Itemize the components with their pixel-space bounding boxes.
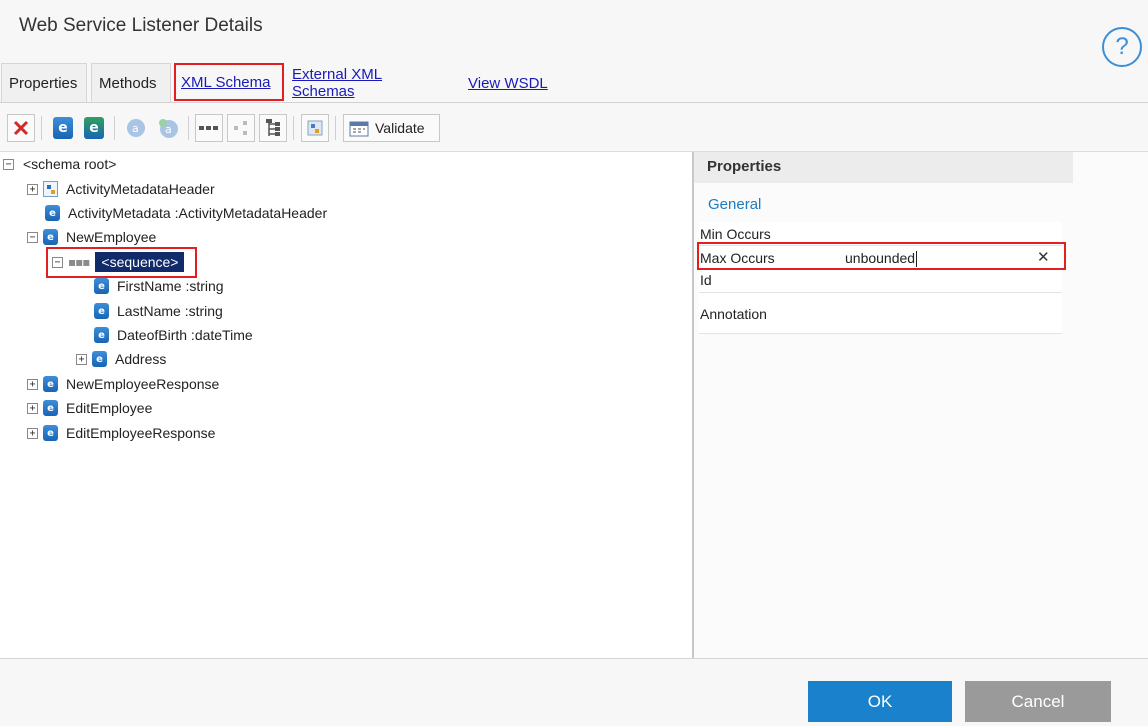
- all-button[interactable]: [259, 114, 287, 142]
- add-attribute-button[interactable]: a: [122, 114, 150, 142]
- element-icon: e: [94, 327, 109, 343]
- tree-node-schema-root[interactable]: − <schema root>: [3, 153, 116, 175]
- tree-node[interactable]: e DateofBirth :dateTime: [94, 324, 253, 346]
- toolbar-separator: [293, 116, 294, 140]
- delete-button[interactable]: [7, 114, 35, 142]
- expand-icon[interactable]: +: [76, 353, 87, 365]
- footer-divider: [0, 658, 1148, 659]
- tab-view-wsdl[interactable]: View WSDL: [461, 63, 556, 103]
- dialog-title: Web Service Listener Details: [19, 15, 263, 36]
- properties-panel: Properties General Min Occurs Max Occurs…: [694, 152, 1148, 658]
- import-icon: [307, 120, 323, 136]
- validate-button[interactable]: Validate: [343, 114, 440, 142]
- tree-node-label: FirstName :string: [117, 278, 224, 294]
- choice-button[interactable]: [227, 114, 255, 142]
- tree-node-label: Address: [115, 351, 167, 367]
- add-element-button[interactable]: e: [49, 114, 77, 142]
- tab-divider: [0, 102, 1148, 103]
- tree-node-label: ActivityMetadataHeader: [66, 181, 215, 197]
- property-row-id[interactable]: Id: [699, 269, 1062, 293]
- tree-node-label: ActivityMetadata :ActivityMetadataHeader: [68, 205, 328, 221]
- expand-icon[interactable]: +: [27, 183, 38, 195]
- tree-node-label: NewEmployee: [66, 229, 157, 245]
- tree-node[interactable]: + ActivityMetadataHeader: [27, 178, 215, 200]
- toolbar-separator: [335, 116, 336, 140]
- validate-label: Validate: [375, 120, 425, 136]
- toolbar: e e a a Validate: [0, 110, 1148, 146]
- tab-external-xml-schemas[interactable]: External XML Schemas: [285, 63, 455, 103]
- validate-icon: [349, 121, 369, 137]
- collapse-icon[interactable]: −: [27, 231, 38, 243]
- tree-node[interactable]: e LastName :string: [94, 300, 223, 322]
- property-label: Annotation: [700, 306, 767, 322]
- tree-node-label: EditEmployeeResponse: [66, 425, 216, 441]
- max-occurs-highlight-box: [697, 242, 1066, 270]
- add-attribute-group-icon: a: [159, 119, 178, 138]
- tree-node[interactable]: + e EditEmployee: [27, 397, 152, 419]
- choice-icon: [234, 121, 247, 135]
- property-row-annotation[interactable]: Annotation: [699, 293, 1062, 334]
- sequence-button[interactable]: [195, 114, 223, 142]
- tree-node[interactable]: e FirstName :string: [94, 275, 224, 297]
- complex-type-icon: [43, 181, 58, 197]
- schema-tree: − <schema root> + ActivityMetadataHeader…: [0, 152, 692, 658]
- tree-node[interactable]: − e NewEmployee: [27, 226, 156, 248]
- cancel-button[interactable]: Cancel: [965, 681, 1111, 722]
- expand-icon[interactable]: +: [27, 378, 38, 390]
- properties-header: Properties: [694, 152, 1073, 183]
- tree-node-label: DateofBirth :dateTime: [117, 327, 253, 343]
- svg-text:a: a: [132, 122, 139, 135]
- tree-node[interactable]: e ActivityMetadata :ActivityMetadataHead…: [45, 202, 327, 224]
- tree-node-label: LastName :string: [117, 303, 223, 319]
- element-icon: e: [94, 278, 109, 294]
- tree-node-label: EditEmployee: [66, 400, 153, 416]
- add-complex-element-button[interactable]: e: [80, 114, 108, 142]
- collapse-icon[interactable]: −: [3, 158, 14, 170]
- properties-section-general[interactable]: General: [708, 196, 761, 213]
- tree-node-label: NewEmployeeResponse: [66, 376, 220, 392]
- tab-bar: Properties Methods XML Schema External X…: [0, 63, 1148, 103]
- tree-node[interactable]: + e EditEmployeeResponse: [27, 422, 215, 444]
- svg-text:a: a: [165, 123, 172, 136]
- tree-node[interactable]: + e Address: [76, 348, 166, 370]
- sequence-icon: [199, 126, 218, 130]
- toolbar-separator: [188, 116, 189, 140]
- add-element-icon: e: [53, 117, 73, 139]
- property-label: Id: [700, 272, 712, 288]
- element-icon: e: [45, 205, 60, 221]
- add-attribute-group-button[interactable]: a: [154, 114, 182, 142]
- element-icon: e: [92, 351, 107, 367]
- import-button[interactable]: [301, 114, 329, 142]
- toolbar-separator: [114, 116, 115, 140]
- all-icon: [266, 119, 280, 136]
- help-button[interactable]: ?: [1102, 27, 1142, 67]
- expand-icon[interactable]: +: [27, 402, 38, 414]
- element-icon: e: [43, 376, 58, 392]
- element-icon: e: [43, 229, 58, 245]
- ok-button[interactable]: OK: [808, 681, 952, 722]
- tab-methods[interactable]: Methods: [91, 63, 171, 103]
- delete-icon: [13, 120, 29, 136]
- element-icon: e: [43, 425, 58, 441]
- tab-xml-schema[interactable]: XML Schema: [174, 63, 284, 101]
- sequence-highlight-box: [46, 247, 197, 278]
- expand-icon[interactable]: +: [27, 427, 38, 439]
- add-complex-element-icon: e: [84, 117, 104, 139]
- add-attribute-icon: a: [127, 119, 145, 137]
- tree-node[interactable]: + e NewEmployeeResponse: [27, 373, 219, 395]
- element-icon: e: [94, 303, 109, 319]
- element-icon: e: [43, 400, 58, 416]
- tree-node-label: <schema root>: [23, 156, 117, 172]
- toolbar-separator: [41, 116, 42, 140]
- property-label: Min Occurs: [700, 226, 771, 242]
- tab-properties[interactable]: Properties: [1, 63, 87, 103]
